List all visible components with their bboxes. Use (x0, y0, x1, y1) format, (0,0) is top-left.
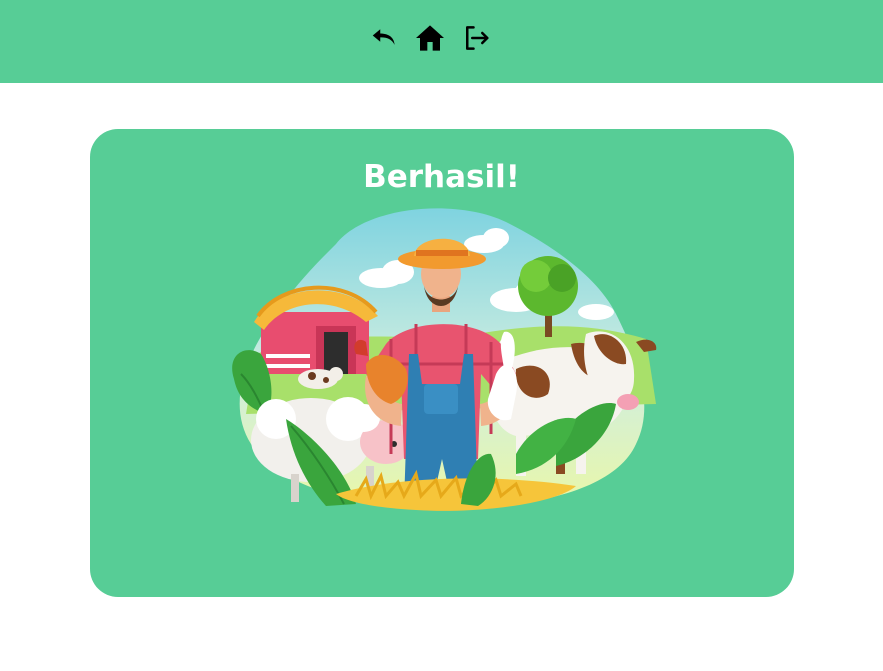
top-navigation-bar (0, 0, 883, 83)
home-icon (416, 25, 444, 51)
undo-button[interactable] (368, 22, 400, 54)
nav-icon-group (368, 22, 492, 54)
undo-icon (372, 29, 395, 45)
home-button[interactable] (414, 22, 446, 54)
barn (254, 285, 378, 374)
farm-illustration (216, 204, 666, 514)
logout-button[interactable] (460, 22, 492, 54)
logout-icon (466, 26, 489, 50)
success-title: Berhasil! (363, 159, 520, 195)
